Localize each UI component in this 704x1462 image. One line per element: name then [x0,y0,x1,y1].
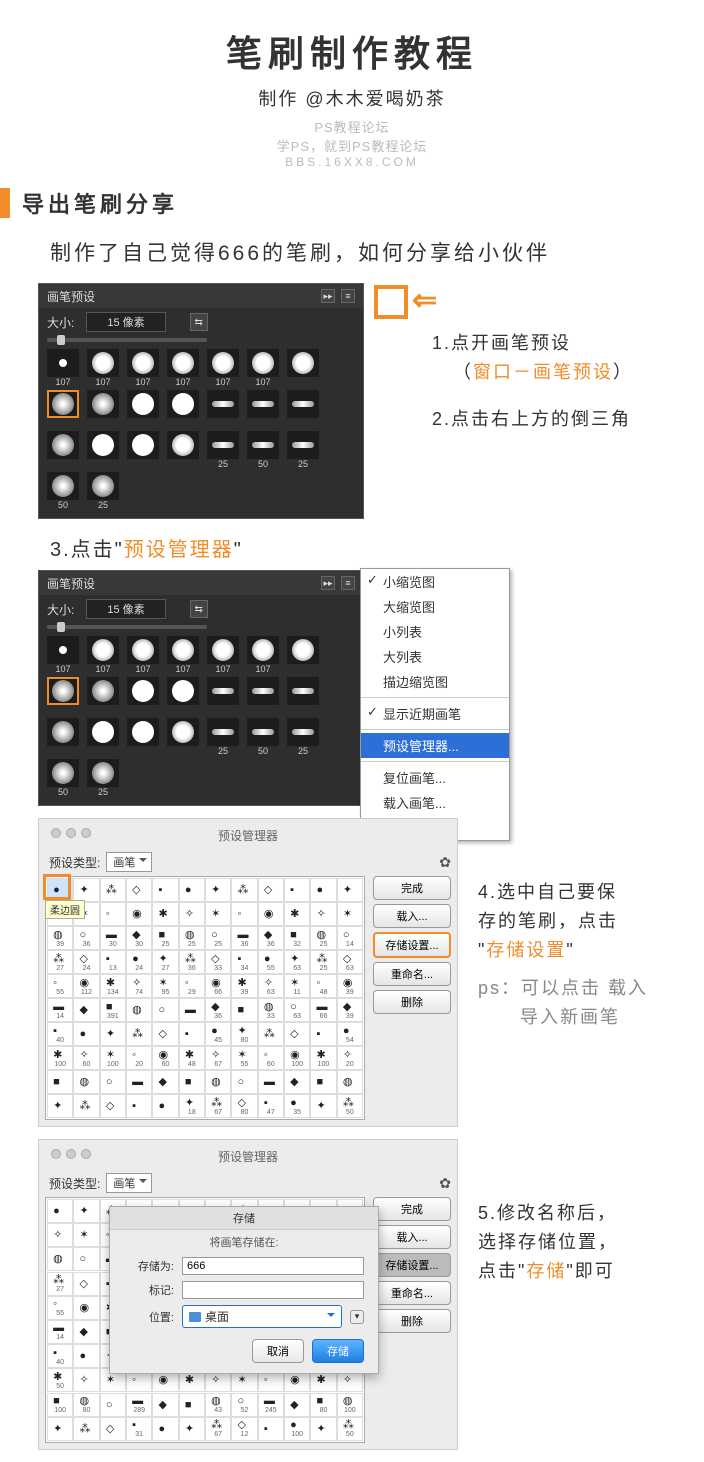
preset-manager-dialog: 预设管理器 预设类型: 画笔 ✿ ●✦⁂◇▪●✦⁂◇▪●✦✧✶◦◉✱✧✶◦◉✱✧… [38,818,458,1127]
save-dialog-subtitle: 将画笔存储在: [110,1230,378,1254]
rename-button[interactable]: 重命名... [373,1281,451,1305]
save-dialog-title: 存储 [110,1207,378,1230]
menu-stroke-thumb[interactable]: 描边缩览图 [361,669,509,694]
load-button[interactable]: 载入... [373,1225,451,1249]
section-accent-bar [0,188,10,218]
watermark: PS教程论坛 学PS，就到PS教程论坛 BBS.16XX8.COM [0,117,704,169]
callout-box [374,285,408,319]
save-as-input[interactable] [182,1257,364,1275]
menu-small-thumb[interactable]: 小缩览图 [361,569,509,594]
folder-icon [189,1312,201,1322]
window-traffic-lights[interactable] [51,828,91,838]
preset-grid[interactable]: ●✦⁂◇▪●✦⁂◇▪●✦✧✶◦◉✱✧✶◦◉✱✧✶◍39○36▬30◆30■25◍… [45,876,365,1120]
tag-label: 标记: [124,1282,174,1298]
gear-icon[interactable]: ✿ [439,1175,451,1192]
rename-button[interactable]: 重命名... [373,962,451,986]
panel-context-menu: 小缩览图 大缩览图 小列表 大列表 描边缩览图 显示近期画笔 预设管理器... … [360,568,510,841]
location-label: 位置: [124,1309,174,1325]
panel-collapse-button[interactable]: ▸▸ [321,289,335,303]
panel-title: 画笔预设 [47,288,95,305]
preset-type-select[interactable]: 画笔 [106,852,152,872]
size-value[interactable]: 15 像素 [86,312,165,332]
save-settings-button[interactable]: 存储设置... [373,932,451,958]
delete-button[interactable]: 删除 [373,1309,451,1333]
done-button[interactable]: 完成 [373,1197,451,1221]
flip-icon[interactable]: ⇆ [190,313,208,331]
size-slider[interactable] [47,338,207,342]
brush-tooltip: 柔边圆 [45,900,85,919]
window-traffic-lights[interactable] [51,1149,91,1159]
panel-collapse-button[interactable]: ▸▸ [321,576,335,590]
load-button[interactable]: 载入... [373,904,451,928]
steps-block-1: 1.点开画笔预设 （窗口－画笔预设） 2.点击右上方的倒三角 [432,329,633,441]
menu-preset-manager[interactable]: 预设管理器... [361,733,509,758]
author-line: 制作 @木木爱喝奶茶 [0,85,704,111]
preset-type-label: 预设类型: [49,854,100,871]
size-label: 大小: [47,314,74,331]
step-3-text: 3.点击"预设管理器" [50,533,692,562]
done-button[interactable]: 完成 [373,876,451,900]
steps-block-4: 4.选中自己要保存的笔刷，点击 "存储设置" ps：可以点击 载入 导入新画笔 [478,878,648,1040]
size-slider[interactable] [47,625,207,629]
save-dialog: 存储 将画笔存储在: 存储为: 标记: 位置: 桌面 ▾ 取消 存储 [109,1206,379,1374]
menu-reset-brushes[interactable]: 复位画笔... [361,765,509,790]
save-as-label: 存储为: [124,1258,174,1274]
preset-type-select[interactable]: 画笔 [106,1173,152,1193]
preset-manager-dialog-2: 预设管理器 预设类型: 画笔 ✿ ●✦⁂◇▪●✦⁂◇▪●✦✧✶◦◉✱✧✶◦◉✱✧… [38,1139,458,1450]
steps-block-5: 5.修改名称后，选择存储位置， 点击"存储"即可 [478,1199,618,1293]
intro-text: 制作了自己觉得666的笔刷，如何分享给小伙伴 [50,237,692,267]
callout-arrow-icon: ⇐ [412,283,437,318]
cancel-button[interactable]: 取消 [252,1339,304,1363]
brush-preset-panel-2: 画笔预设 ▸▸ ≡ 大小: 15 像素 ⇆ 107107107107107107… [38,570,364,806]
page-title: 笔刷制作教程 [0,25,704,77]
panel-menu-button[interactable]: ≡ [341,289,355,303]
save-settings-button[interactable]: 存储设置... [373,1253,451,1277]
menu-load-brushes[interactable]: 载入画笔... [361,790,509,815]
brush-swatch-grid: 1071071071071071072550255025 [39,346,363,518]
flip-icon[interactable]: ⇆ [190,600,208,618]
save-button[interactable]: 存储 [312,1339,364,1363]
tag-input[interactable] [182,1281,364,1299]
section-header: 导出笔刷分享 [0,187,704,219]
panel-menu-button[interactable]: ≡ [341,576,355,590]
delete-button[interactable]: 删除 [373,990,451,1014]
menu-large-thumb[interactable]: 大缩览图 [361,594,509,619]
gear-icon[interactable]: ✿ [439,854,451,871]
location-select[interactable]: 桌面 [182,1305,342,1328]
brush-preset-panel: 画笔预设 ▸▸ ≡ 大小: 15 像素 ⇆ 107107107107107107… [38,283,364,519]
menu-small-list[interactable]: 小列表 [361,619,509,644]
menu-recent-brushes[interactable]: 显示近期画笔 [361,701,509,726]
section-title: 导出笔刷分享 [22,187,178,219]
menu-large-list[interactable]: 大列表 [361,644,509,669]
expand-button[interactable]: ▾ [350,1310,364,1324]
